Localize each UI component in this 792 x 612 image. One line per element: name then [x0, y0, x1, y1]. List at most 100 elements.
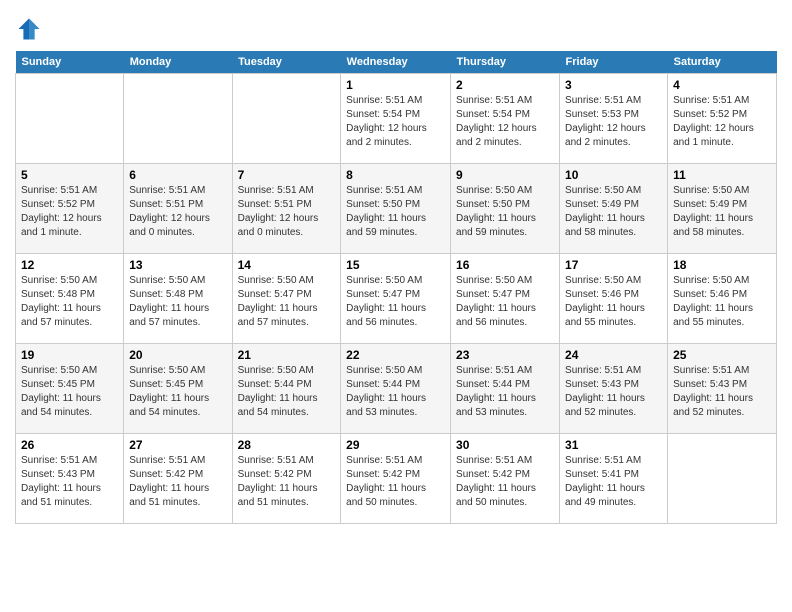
calendar-cell: 5 Sunrise: 5:51 AM Sunset: 5:52 PM Daylig…: [16, 164, 124, 254]
calendar-cell: 23Sunrise: 5:51 AM Sunset: 5:44 PM Dayli…: [451, 344, 560, 434]
calendar-header-thursday: Thursday: [451, 51, 560, 74]
calendar-cell: [232, 74, 341, 164]
day-number: 2: [456, 78, 554, 92]
calendar-cell: 6 Sunrise: 5:51 AM Sunset: 5:51 PM Daylig…: [124, 164, 232, 254]
calendar-header-saturday: Saturday: [668, 51, 777, 74]
day-number: 4: [673, 78, 771, 92]
day-info: Sunrise: 5:51 AM Sunset: 5:51 PM Dayligh…: [129, 184, 226, 240]
calendar-cell: 21 Sunrise: 5:50 AM Sunset: 5:44 PM Dayli…: [232, 344, 341, 434]
day-info: Sunrise: 5:51 AM Sunset: 5:51 PM Dayligh…: [238, 184, 336, 240]
logo: [15, 15, 47, 43]
day-info: Sunrise: 5:50 AM Sunset: 5:48 PM Dayligh…: [129, 274, 226, 330]
day-number: 29: [346, 438, 445, 452]
day-info: Sunrise: 5:51 AM Sunset: 5:42 PM Dayligh…: [238, 454, 336, 510]
day-number: 12: [21, 258, 118, 272]
day-number: 24: [565, 348, 662, 362]
logo-icon: [15, 15, 43, 43]
day-number: 18: [673, 258, 771, 272]
day-info: Sunrise: 5:50 AM Sunset: 5:50 PM Dayligh…: [456, 184, 554, 240]
day-number: 1: [346, 78, 445, 92]
day-number: 3: [565, 78, 662, 92]
day-number: 9: [456, 168, 554, 182]
calendar-header-row: SundayMondayTuesdayWednesdayThursdayFrid…: [16, 51, 777, 74]
calendar-header-tuesday: Tuesday: [232, 51, 341, 74]
calendar-cell: 14 Sunrise: 5:50 AM Sunset: 5:47 PM Dayli…: [232, 254, 341, 344]
day-number: 14: [238, 258, 336, 272]
day-info: Sunrise: 5:50 AM Sunset: 5:44 PM Dayligh…: [346, 364, 445, 420]
day-info: Sunrise: 5:51 AM Sunset: 5:52 PM Dayligh…: [21, 184, 118, 240]
day-number: 15: [346, 258, 445, 272]
calendar-cell: 30Sunrise: 5:51 AM Sunset: 5:42 PM Dayli…: [451, 434, 560, 524]
day-info: Sunrise: 5:51 AM Sunset: 5:42 PM Dayligh…: [456, 454, 554, 510]
calendar-cell: 9 Sunrise: 5:50 AM Sunset: 5:50 PM Daylig…: [451, 164, 560, 254]
day-number: 20: [129, 348, 226, 362]
header: [15, 10, 777, 43]
calendar-cell: [16, 74, 124, 164]
calendar-header-sunday: Sunday: [16, 51, 124, 74]
day-number: 31: [565, 438, 662, 452]
calendar-cell: 22 Sunrise: 5:50 AM Sunset: 5:44 PM Dayli…: [341, 344, 451, 434]
day-info: Sunrise: 5:50 AM Sunset: 5:49 PM Dayligh…: [673, 184, 771, 240]
day-info: Sunrise: 5:50 AM Sunset: 5:46 PM Dayligh…: [673, 274, 771, 330]
calendar: SundayMondayTuesdayWednesdayThursdayFrid…: [15, 51, 777, 524]
calendar-cell: 3 Sunrise: 5:51 AM Sunset: 5:53 PM Daylig…: [560, 74, 668, 164]
calendar-cell: 13 Sunrise: 5:50 AM Sunset: 5:48 PM Dayli…: [124, 254, 232, 344]
calendar-cell: 19Sunrise: 5:50 AM Sunset: 5:45 PM Dayli…: [16, 344, 124, 434]
day-number: 13: [129, 258, 226, 272]
day-info: Sunrise: 5:50 AM Sunset: 5:49 PM Dayligh…: [565, 184, 662, 240]
day-number: 26: [21, 438, 118, 452]
calendar-cell: 1 Sunrise: 5:51 AM Sunset: 5:54 PM Daylig…: [341, 74, 451, 164]
page: SundayMondayTuesdayWednesdayThursdayFrid…: [0, 0, 792, 534]
day-info: Sunrise: 5:50 AM Sunset: 5:47 PM Dayligh…: [238, 274, 336, 330]
day-info: Sunrise: 5:50 AM Sunset: 5:47 PM Dayligh…: [456, 274, 554, 330]
day-number: 10: [565, 168, 662, 182]
calendar-week-row: 12 Sunrise: 5:50 AM Sunset: 5:48 PM Dayli…: [16, 254, 777, 344]
day-number: 6: [129, 168, 226, 182]
day-info: Sunrise: 5:51 AM Sunset: 5:50 PM Dayligh…: [346, 184, 445, 240]
day-number: 22: [346, 348, 445, 362]
day-number: 27: [129, 438, 226, 452]
day-number: 19: [21, 348, 118, 362]
calendar-cell: 28Sunrise: 5:51 AM Sunset: 5:42 PM Dayli…: [232, 434, 341, 524]
calendar-week-row: 19Sunrise: 5:50 AM Sunset: 5:45 PM Dayli…: [16, 344, 777, 434]
day-number: 16: [456, 258, 554, 272]
calendar-header-monday: Monday: [124, 51, 232, 74]
calendar-cell: 15Sunrise: 5:50 AM Sunset: 5:47 PM Dayli…: [341, 254, 451, 344]
day-info: Sunrise: 5:50 AM Sunset: 5:44 PM Dayligh…: [238, 364, 336, 420]
day-number: 5: [21, 168, 118, 182]
calendar-week-row: 1 Sunrise: 5:51 AM Sunset: 5:54 PM Daylig…: [16, 74, 777, 164]
day-number: 25: [673, 348, 771, 362]
calendar-cell: 20Sunrise: 5:50 AM Sunset: 5:45 PM Dayli…: [124, 344, 232, 434]
day-number: 21: [238, 348, 336, 362]
day-number: 8: [346, 168, 445, 182]
day-info: Sunrise: 5:51 AM Sunset: 5:53 PM Dayligh…: [565, 94, 662, 150]
day-info: Sunrise: 5:51 AM Sunset: 5:43 PM Dayligh…: [673, 364, 771, 420]
day-info: Sunrise: 5:50 AM Sunset: 5:46 PM Dayligh…: [565, 274, 662, 330]
calendar-week-row: 26 Sunrise: 5:51 AM Sunset: 5:43 PM Dayli…: [16, 434, 777, 524]
calendar-header-friday: Friday: [560, 51, 668, 74]
day-info: Sunrise: 5:51 AM Sunset: 5:54 PM Dayligh…: [346, 94, 445, 150]
calendar-cell: 27 Sunrise: 5:51 AM Sunset: 5:42 PM Dayli…: [124, 434, 232, 524]
calendar-cell: 8 Sunrise: 5:51 AM Sunset: 5:50 PM Daylig…: [341, 164, 451, 254]
day-info: Sunrise: 5:51 AM Sunset: 5:42 PM Dayligh…: [346, 454, 445, 510]
calendar-cell: 24Sunrise: 5:51 AM Sunset: 5:43 PM Dayli…: [560, 344, 668, 434]
calendar-cell: 11 Sunrise: 5:50 AM Sunset: 5:49 PM Dayli…: [668, 164, 777, 254]
calendar-cell: 12 Sunrise: 5:50 AM Sunset: 5:48 PM Dayli…: [16, 254, 124, 344]
calendar-cell: 18 Sunrise: 5:50 AM Sunset: 5:46 PM Dayli…: [668, 254, 777, 344]
day-number: 11: [673, 168, 771, 182]
day-info: Sunrise: 5:51 AM Sunset: 5:44 PM Dayligh…: [456, 364, 554, 420]
day-info: Sunrise: 5:51 AM Sunset: 5:42 PM Dayligh…: [129, 454, 226, 510]
day-info: Sunrise: 5:51 AM Sunset: 5:54 PM Dayligh…: [456, 94, 554, 150]
day-info: Sunrise: 5:51 AM Sunset: 5:52 PM Dayligh…: [673, 94, 771, 150]
calendar-cell: 2 Sunrise: 5:51 AM Sunset: 5:54 PM Daylig…: [451, 74, 560, 164]
day-number: 7: [238, 168, 336, 182]
calendar-cell: [668, 434, 777, 524]
day-info: Sunrise: 5:51 AM Sunset: 5:43 PM Dayligh…: [21, 454, 118, 510]
calendar-cell: 7 Sunrise: 5:51 AM Sunset: 5:51 PM Daylig…: [232, 164, 341, 254]
calendar-cell: 17Sunrise: 5:50 AM Sunset: 5:46 PM Dayli…: [560, 254, 668, 344]
calendar-cell: 16 Sunrise: 5:50 AM Sunset: 5:47 PM Dayli…: [451, 254, 560, 344]
calendar-cell: 26 Sunrise: 5:51 AM Sunset: 5:43 PM Dayli…: [16, 434, 124, 524]
day-info: Sunrise: 5:51 AM Sunset: 5:41 PM Dayligh…: [565, 454, 662, 510]
calendar-header-wednesday: Wednesday: [341, 51, 451, 74]
day-info: Sunrise: 5:50 AM Sunset: 5:48 PM Dayligh…: [21, 274, 118, 330]
